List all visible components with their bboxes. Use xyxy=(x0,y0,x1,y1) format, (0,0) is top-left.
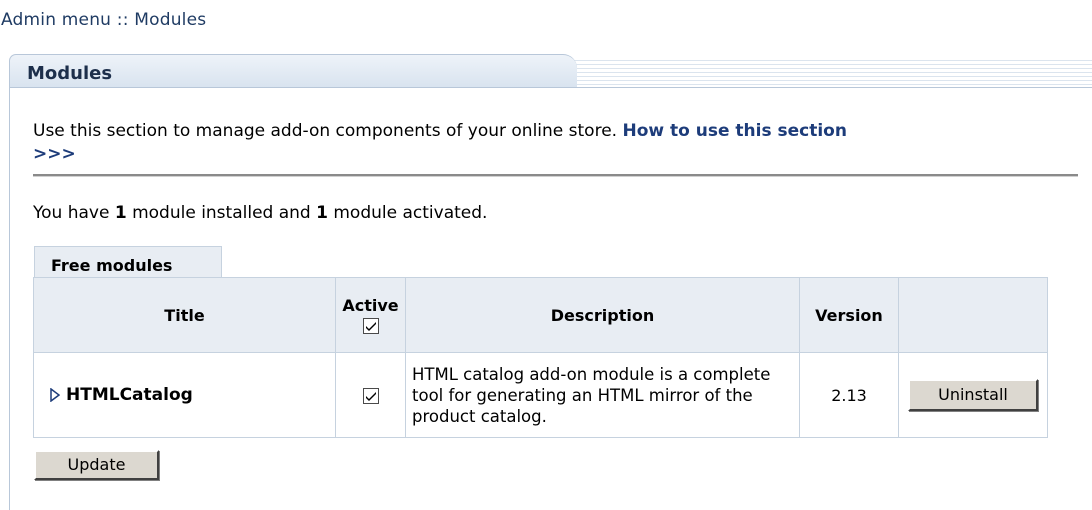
help-link[interactable]: How to use this section xyxy=(622,121,846,141)
panel-header: Modules xyxy=(9,54,1092,88)
activated-count: 1 xyxy=(316,203,328,223)
header-active: Active xyxy=(335,277,406,353)
uninstall-button[interactable]: Uninstall xyxy=(908,379,1038,411)
breadcrumb-separator: :: xyxy=(111,10,135,30)
intro-text: Use this section to manage add-on compon… xyxy=(33,120,1078,166)
page-title: Modules xyxy=(27,63,113,84)
help-arrows-link[interactable]: >>> xyxy=(33,144,76,164)
module-action-cell: Uninstall xyxy=(898,352,1048,438)
modules-table: Title Active Description Version HTMLCat… xyxy=(33,277,1048,438)
module-active-cell xyxy=(335,352,406,438)
intro-description: Use this section to manage add-on compon… xyxy=(33,121,618,141)
summary-middle: module installed and xyxy=(126,203,317,223)
module-summary: You have 1 module installed and 1 module… xyxy=(33,203,487,223)
checkmark-icon xyxy=(365,321,376,331)
breadcrumb: Admin menu :: Modules xyxy=(1,10,206,30)
table-header-row: Title Active Description Version xyxy=(33,277,1048,353)
module-title: HTMLCatalog xyxy=(66,385,193,405)
breadcrumb-root[interactable]: Admin menu xyxy=(1,10,111,30)
header-active-label: Active xyxy=(342,296,399,315)
update-button[interactable]: Update xyxy=(34,450,159,480)
select-all-active-checkbox[interactable] xyxy=(362,317,379,334)
table-row: HTMLCatalog HTML catalog add-on module i… xyxy=(33,352,1048,438)
module-description: HTML catalog add-on module is a complete… xyxy=(405,352,800,438)
header-decoration xyxy=(549,60,1092,88)
breadcrumb-current: Modules xyxy=(134,10,207,30)
module-active-checkbox[interactable] xyxy=(362,388,379,404)
header-version: Version xyxy=(799,277,899,353)
section-separator xyxy=(33,174,1078,177)
header-title: Title xyxy=(33,277,336,353)
summary-suffix: module activated. xyxy=(327,203,488,223)
checkmark-icon xyxy=(365,392,376,401)
triangle-right-icon[interactable] xyxy=(50,388,60,402)
module-title-cell[interactable]: HTMLCatalog xyxy=(33,352,336,438)
free-modules-tab: Free modules xyxy=(34,246,222,278)
header-action xyxy=(898,277,1048,353)
module-version: 2.13 xyxy=(799,352,899,438)
summary-prefix: You have xyxy=(33,203,115,223)
help-link-label: How to use this section xyxy=(622,121,847,141)
header-description: Description xyxy=(405,277,800,353)
installed-count: 1 xyxy=(114,203,127,223)
